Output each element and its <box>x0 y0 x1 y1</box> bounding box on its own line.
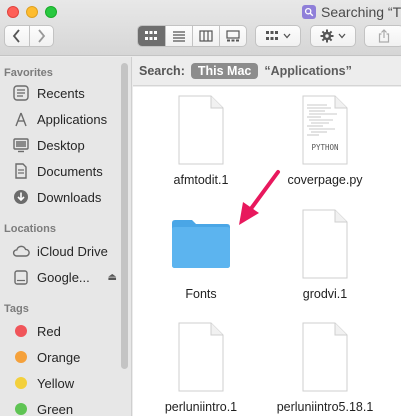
document-icon <box>12 162 30 180</box>
view-mode-control <box>137 25 247 47</box>
sidebar-item-icloud-drive[interactable]: iCloud Drive <box>12 240 117 262</box>
window-title: Searching “T <box>302 3 401 21</box>
column-view-button[interactable] <box>191 26 219 46</box>
clock-icon <box>12 84 30 102</box>
smart-folder-icon <box>302 5 316 19</box>
tag-color-dot <box>15 325 27 337</box>
applications-icon <box>12 110 30 128</box>
window-title-text: Searching “T <box>321 4 401 20</box>
sidebar-tag-green[interactable]: Green <box>12 398 117 416</box>
folder-front <box>172 227 230 268</box>
sidebar-tag-yellow[interactable]: Yellow <box>12 372 117 394</box>
file-name: Fonts <box>185 287 217 301</box>
download-icon <box>12 188 30 206</box>
cloud-icon <box>12 242 30 260</box>
sidebar-item-desktop[interactable]: Desktop <box>12 134 117 156</box>
scope-applications-button[interactable]: “Applications” <box>264 64 352 78</box>
sidebar-item-label: iCloud Drive <box>37 243 108 259</box>
drive-icon <box>12 268 30 286</box>
tag-color-dot <box>15 351 27 363</box>
back-button[interactable] <box>5 26 29 46</box>
grid-icon <box>266 31 278 40</box>
python-badge: PYTHON <box>311 143 338 152</box>
document-icon <box>302 209 348 279</box>
sidebar-tag-orange[interactable]: Orange <box>12 346 117 368</box>
column-view-icon <box>199 30 213 42</box>
gear-icon <box>320 29 334 43</box>
file-grid: afmtodit.1 PYTHON coverpage.py Fonts gro… <box>133 87 401 416</box>
document-icon <box>178 322 224 392</box>
sidebar-item-label: Google... <box>37 269 90 285</box>
chevron-left-icon <box>13 29 21 43</box>
file-item-perluniintro[interactable]: perluniintro.1 <box>141 320 261 416</box>
close-window-button[interactable] <box>7 6 19 18</box>
tag-color-dot <box>15 403 27 415</box>
sidebar-tag-red[interactable]: Red <box>12 320 117 342</box>
back-forward-control <box>4 25 54 47</box>
sidebar-item-label: Green <box>37 401 74 416</box>
minimize-window-button[interactable] <box>26 6 38 18</box>
scope-this-mac-button[interactable]: This Mac <box>190 63 259 79</box>
python-file-icon: PYTHON <box>302 95 348 165</box>
eject-icon[interactable]: ⏏ <box>108 272 117 283</box>
sidebar-item-label: Yellow <box>37 375 75 391</box>
chevron-down-icon <box>338 33 346 39</box>
sidebar-item-google-drive[interactable]: Google... ⏏ <box>12 266 117 288</box>
sidebar-item-applications[interactable]: Applications <box>12 108 117 130</box>
file-item-perluniintro5[interactable]: perluniintro5.18.1 <box>265 320 385 416</box>
tag-color-dot <box>15 377 27 389</box>
sidebar-item-label: Downloads <box>37 189 102 205</box>
sidebar-item-downloads[interactable]: Downloads <box>12 186 117 208</box>
document-icon <box>302 322 348 392</box>
sidebar-item-recents[interactable]: Recents <box>12 82 117 104</box>
sidebar: Favorites Recents Applications Desktop D… <box>0 57 132 416</box>
search-scope-label: Search: <box>139 64 185 78</box>
sidebar-item-documents[interactable]: Documents <box>12 160 117 182</box>
sidebar-heading-locations: Locations <box>4 223 56 235</box>
folder-icon <box>172 220 230 268</box>
list-view-button[interactable] <box>164 26 192 46</box>
icon-view-icon <box>145 31 158 40</box>
sidebar-item-label: Recents <box>37 85 85 101</box>
annotation-arrow-icon <box>239 170 280 225</box>
sidebar-item-label: Documents <box>37 163 103 179</box>
gallery-view-icon <box>226 30 240 42</box>
sidebar-heading-favorites: Favorites <box>4 67 53 79</box>
title-bar: Searching “T <box>0 0 401 56</box>
icon-view-button[interactable] <box>138 26 165 46</box>
zoom-window-button[interactable] <box>45 6 57 18</box>
file-name: perluniintro.1 <box>164 400 238 414</box>
search-scope-bar: Search: This Mac “Applications” <box>133 57 401 86</box>
group-by-button[interactable] <box>255 25 301 47</box>
file-name: perluniintro5.18.1 <box>276 400 374 414</box>
chevron-right-icon <box>38 29 46 43</box>
sidebar-heading-tags: Tags <box>4 303 29 315</box>
file-name: grodvi.1 <box>302 287 348 301</box>
sidebar-scrollbar[interactable] <box>121 63 128 369</box>
chevron-down-icon <box>283 33 291 39</box>
action-menu-button[interactable] <box>310 25 356 47</box>
document-icon <box>178 95 224 165</box>
sidebar-item-label: Red <box>37 323 61 339</box>
gallery-view-button[interactable] <box>218 26 246 46</box>
sidebar-item-label: Applications <box>37 111 108 127</box>
sidebar-item-label: Desktop <box>37 137 85 153</box>
desktop-icon <box>12 136 30 154</box>
forward-button[interactable] <box>28 26 53 46</box>
share-button[interactable] <box>364 25 401 47</box>
list-view-icon <box>172 31 185 42</box>
sidebar-item-label: Orange <box>37 349 81 365</box>
share-icon <box>378 29 390 43</box>
